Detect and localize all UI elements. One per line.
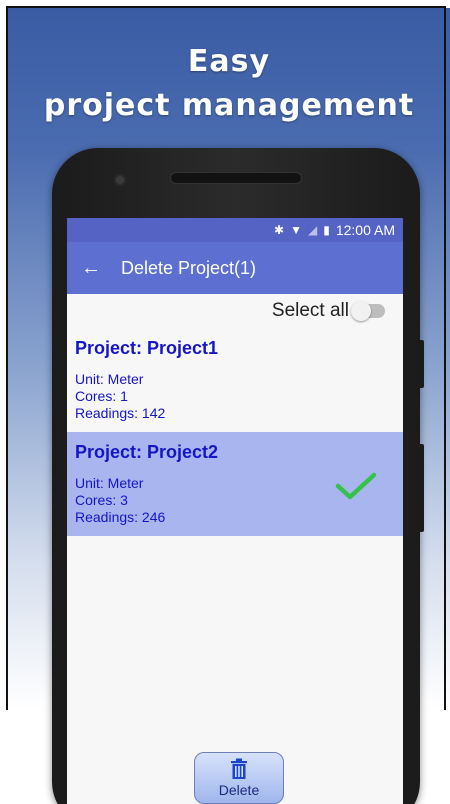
toggle-knob — [351, 301, 371, 321]
signal-icon: ◢ — [308, 223, 318, 237]
wifi-icon: ▼ — [290, 223, 302, 237]
promo-line-2: project management — [43, 88, 415, 123]
checkmark-icon — [335, 472, 377, 500]
delete-button[interactable]: Delete — [194, 752, 284, 804]
select-all-label: Select all — [271, 300, 349, 321]
promo-line-1: Easy — [187, 44, 271, 79]
app-bar: ← Delete Project(1) — [67, 242, 403, 294]
project-unit: Unit: Meter — [75, 371, 144, 387]
status-time: 12:00 AM — [335, 222, 395, 238]
volume-button — [418, 340, 424, 388]
page-title: Delete Project(1) — [121, 257, 257, 278]
battery-icon: ▮ — [323, 223, 330, 237]
project-readings: Readings: 246 — [75, 509, 166, 525]
delete-button-label: Delete — [218, 782, 260, 798]
project-item[interactable]: Project: Project1 Unit: Meter Cores: 1 R… — [67, 328, 403, 432]
status-bar: ✱ ▼ ◢ ▮ 12:00 AM — [67, 218, 403, 242]
project-item-selected[interactable]: Project: Project2 Unit: Meter Cores: 3 R… — [67, 432, 403, 536]
project-name: Project: Project2 — [75, 442, 219, 462]
select-all-toggle[interactable] — [351, 301, 385, 321]
camera-icon — [114, 174, 126, 186]
speaker-grille — [170, 172, 302, 184]
project-readings: Readings: 142 — [75, 405, 166, 421]
arrow-left-icon[interactable]: ← — [67, 257, 115, 280]
select-all-row: Select all — [67, 294, 403, 328]
project-name: Project: Project1 — [75, 338, 219, 358]
trash-icon — [231, 758, 247, 779]
promo-headline: Easy project management — [8, 40, 450, 128]
project-cores: Cores: 1 — [75, 388, 128, 404]
app-screen: ✱ ▼ ◢ ▮ 12:00 AM ← Delete Project(1) Sel… — [67, 218, 403, 804]
bluetooth-icon: ✱ — [274, 223, 285, 237]
power-button — [418, 444, 424, 532]
